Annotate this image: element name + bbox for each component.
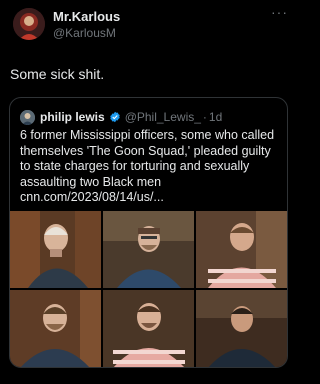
media-photo-1[interactable]: [10, 211, 101, 288]
verified-badge-icon: [109, 111, 120, 123]
more-options-icon[interactable]: ···: [271, 4, 288, 20]
quoted-timestamp[interactable]: 1d: [209, 110, 222, 124]
quoted-author-avatar[interactable]: [20, 109, 35, 125]
tweet-text: Some sick shit.: [10, 66, 105, 82]
quoted-tweet-header: philip lewis @Phil_Lewis_ · 1d: [20, 109, 222, 125]
separator-dot: ·: [202, 110, 207, 124]
media-photo-6[interactable]: [196, 290, 287, 367]
quoted-tweet[interactable]: philip lewis @Phil_Lewis_ · 1d 6 former …: [9, 97, 288, 368]
quoted-author-handle[interactable]: @Phil_Lewis_: [125, 110, 201, 124]
quoted-tweet-text: 6 former Mississippi officers, some who …: [20, 128, 275, 204]
media-photo-3[interactable]: [196, 211, 287, 288]
tweet[interactable]: Mr.Karlous @KarlousM ··· Some sick shit.…: [0, 0, 298, 384]
quoted-author-name[interactable]: philip lewis: [40, 110, 105, 124]
media-photo-5[interactable]: [103, 290, 194, 367]
author-name[interactable]: Mr.Karlous: [53, 9, 120, 24]
author-handle[interactable]: @KarlousM: [53, 26, 116, 40]
media-photo-4[interactable]: [10, 290, 101, 367]
media-grid[interactable]: [10, 211, 287, 367]
author-avatar[interactable]: [13, 8, 45, 40]
media-photo-2[interactable]: [103, 211, 194, 288]
